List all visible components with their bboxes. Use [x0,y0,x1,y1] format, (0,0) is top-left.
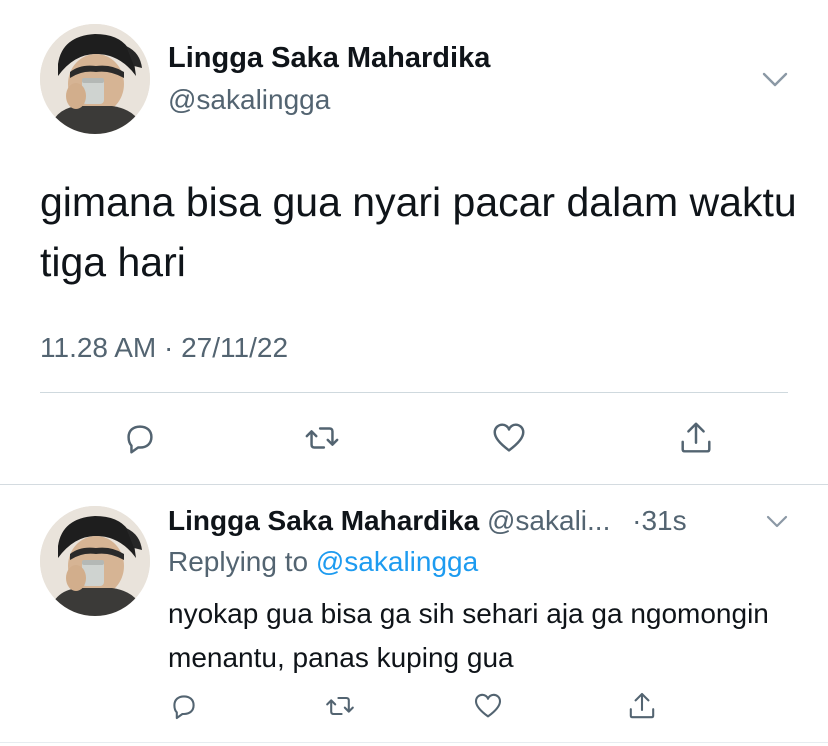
author-name[interactable]: Lingga Saka Mahardika [168,42,490,75]
share-icon [629,692,655,719]
like-button[interactable] [487,416,531,460]
speech-bubble-icon [173,695,195,720]
more-options-button[interactable] [760,64,790,94]
reply-reply-button[interactable] [166,688,202,724]
chevron-down-icon [762,72,788,87]
tweet-text: gimana bisa gua nyari pacar dalam waktu … [40,179,797,285]
replying-to-label: Replying to [168,546,309,577]
reply-share-button[interactable] [624,688,660,724]
avatar-photo [40,506,150,616]
replying-to-line: Replying to @sakalingga [168,546,478,578]
reply-timestamp[interactable]: ·31s [632,505,686,536]
reply-like-button[interactable] [470,688,506,724]
reply-retweet-button[interactable] [322,688,358,724]
share-button[interactable] [674,416,718,460]
retweet-button[interactable] [300,416,344,460]
retweet-icon [305,427,339,449]
heart-icon [493,423,525,452]
reply-author-avatar[interactable] [40,506,150,616]
author-avatar[interactable] [40,24,150,134]
replying-to-user-link[interactable]: @sakalingga [316,546,478,577]
reply-author-name[interactable]: Lingga Saka Mahardika [168,505,479,536]
share-icon [681,422,711,453]
avatar-photo [40,24,150,134]
reply-header: Lingga Saka Mahardika @sakali... ·31s [168,505,687,537]
reply-button[interactable] [118,416,162,460]
reply-author-handle[interactable]: @sakali... [487,505,610,536]
bottom-divider [0,742,828,743]
section-divider [0,484,828,485]
heart-icon [474,693,502,718]
divider [40,392,788,393]
chevron-down-icon [766,515,788,528]
speech-bubble-icon [127,425,153,454]
author-handle[interactable]: @sakalingga [168,84,330,116]
retweet-icon [326,696,354,716]
reply-more-options-button[interactable] [764,508,790,534]
reply-text: nyokap gua bisa ga sih sehari aja ga ngo… [168,598,769,673]
tweet-timestamp[interactable]: 11.28 AM · 27/11/22 [40,332,288,364]
